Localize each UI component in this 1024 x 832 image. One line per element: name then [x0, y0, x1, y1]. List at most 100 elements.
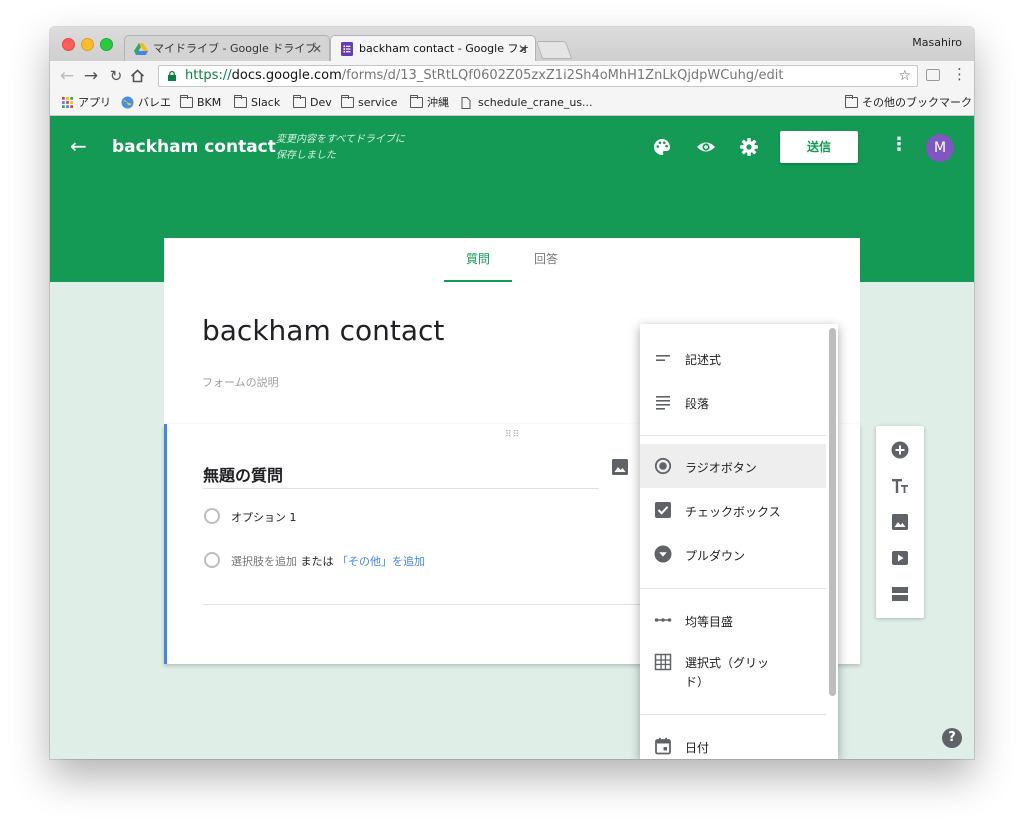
- save-status-line: 保存しました: [276, 150, 336, 161]
- cast-extension-icon[interactable]: [926, 69, 940, 81]
- help-icon[interactable]: ?: [942, 728, 962, 748]
- page-icon: [461, 97, 471, 109]
- close-icon[interactable]: ✕: [518, 36, 528, 61]
- bookmarks-bar: アプリ バレエ BKM Slack Dev service 沖縄 schedul…: [50, 91, 974, 116]
- minimize-window-button[interactable]: [81, 38, 94, 51]
- add-section-icon[interactable]: [890, 584, 910, 604]
- bookmark-bkm[interactable]: BKM: [180, 91, 221, 115]
- folder-icon: [410, 95, 423, 108]
- preview-eye-icon[interactable]: [696, 137, 716, 157]
- zoom-window-button[interactable]: [100, 38, 113, 51]
- bookmark-label: schedule_crane_us...: [478, 96, 593, 109]
- form-tabs: 質問 回答: [164, 238, 860, 283]
- bookmark-apps[interactable]: アプリ: [61, 91, 111, 115]
- bookmark-slack[interactable]: Slack: [234, 91, 280, 115]
- url-path: /forms/d/13_StRtLQf0602Z05zxZ1i2Sh4oMhH1…: [341, 68, 784, 83]
- send-button[interactable]: 送信: [780, 131, 858, 163]
- bookmark-label: Slack: [251, 96, 281, 109]
- form-title-field[interactable]: backham contact: [202, 314, 444, 347]
- bookmark-label: Dev: [310, 96, 332, 109]
- close-window-button[interactable]: [62, 38, 75, 51]
- menu-item-label: ド）: [685, 675, 710, 689]
- new-tab-button[interactable]: [535, 41, 573, 59]
- lock-icon: [168, 71, 176, 81]
- menu-item-label: ラジオボタン: [685, 461, 757, 475]
- forward-icon[interactable]: →: [80, 65, 102, 87]
- form-name[interactable]: backham contact: [112, 137, 276, 157]
- menu-item-short-answer[interactable]: 記述式: [640, 336, 826, 380]
- more-vert-icon[interactable]: ⋮: [890, 134, 908, 155]
- bookmark-service[interactable]: service: [341, 91, 397, 115]
- radio-option-icon: [204, 508, 220, 524]
- bookmark-label: service: [358, 96, 398, 109]
- option-1-field[interactable]: オプション 1: [231, 509, 297, 525]
- menu-scrollbar[interactable]: [829, 328, 836, 696]
- browser-toolbar: ← → ↻ https://docs.google.com/forms/d/13…: [50, 61, 974, 91]
- back-icon[interactable]: ←: [56, 65, 78, 87]
- browser-window: マイドライブ - Google ドライブ ✕ backham contact -…: [50, 27, 974, 759]
- palette-icon[interactable]: [652, 137, 672, 157]
- menu-item-linear-scale[interactable]: 均等目盛: [640, 598, 826, 642]
- tab-label: マイドライブ - Google ドライブ: [153, 42, 317, 55]
- reload-icon[interactable]: ↻: [105, 65, 127, 87]
- add-question-icon[interactable]: [890, 440, 910, 460]
- menu-item-label: プルダウン: [685, 549, 746, 563]
- menu-divider: [640, 714, 826, 715]
- bookmark-dev[interactable]: Dev: [293, 91, 332, 115]
- other-bookmarks[interactable]: その他のブックマーク: [845, 91, 972, 115]
- menu-item-checkbox[interactable]: チェックボックス: [640, 488, 826, 532]
- add-option-link[interactable]: 選択肢を追加: [231, 555, 297, 568]
- tab-google-drive[interactable]: マイドライブ - Google ドライブ ✕: [124, 35, 330, 61]
- back-arrow-icon[interactable]: ←: [70, 134, 87, 158]
- globe-icon: [121, 96, 134, 109]
- browser-menu-icon[interactable]: ⋮: [952, 65, 967, 83]
- menu-item-dropdown[interactable]: プルダウン: [640, 532, 826, 576]
- question-title-field[interactable]: 無題の質問: [203, 462, 599, 489]
- add-image-icon[interactable]: [611, 458, 629, 476]
- add-title-icon[interactable]: [890, 476, 910, 496]
- bookmark-label: 沖縄: [427, 96, 449, 109]
- bookmark-label: バレエ: [138, 96, 171, 109]
- add-image-icon[interactable]: [890, 512, 910, 532]
- tab-questions[interactable]: 質問: [444, 238, 512, 282]
- tab-backham-contact[interactable]: backham contact - Google フォ ✕: [330, 35, 536, 61]
- save-status-line: 変更内容をすべてドライブに: [276, 134, 405, 145]
- side-toolbar: [876, 426, 924, 618]
- add-video-icon[interactable]: [890, 548, 910, 568]
- menu-divider: [640, 435, 826, 436]
- save-status: 変更内容をすべてドライブに 保存しました: [276, 132, 436, 164]
- menu-item-label: 記述式: [685, 353, 722, 367]
- menu-item-date[interactable]: 日付: [640, 724, 826, 759]
- forms-page: ← backham contact 変更内容をすべてドライブに 保存しました 送…: [50, 116, 974, 759]
- add-other-link[interactable]: 「その他」を追加: [337, 555, 425, 568]
- menu-item-paragraph[interactable]: 段落: [640, 380, 826, 424]
- avatar[interactable]: M: [926, 134, 954, 162]
- close-icon[interactable]: ✕: [312, 36, 322, 61]
- tab-responses[interactable]: 回答: [520, 238, 572, 282]
- google-forms-icon: [341, 42, 353, 56]
- folder-icon: [293, 95, 306, 108]
- home-icon[interactable]: [130, 69, 145, 83]
- google-drive-icon: [134, 43, 148, 55]
- bookmark-star-icon[interactable]: ☆: [898, 66, 911, 86]
- bookmark-ballet[interactable]: バレエ: [121, 91, 171, 115]
- form-description-field[interactable]: フォームの説明: [202, 374, 279, 390]
- bookmark-label: アプリ: [78, 96, 111, 109]
- tab-strip: マイドライブ - Google ドライブ ✕ backham contact -…: [50, 27, 974, 61]
- menu-item-label: チェックボックス: [685, 505, 781, 519]
- menu-item-label: 日付: [685, 741, 710, 755]
- address-bar[interactable]: https://docs.google.com/forms/d/13_StRtL…: [158, 65, 918, 87]
- url-host: docs.google.com: [231, 68, 342, 83]
- profile-name[interactable]: Masahiro: [912, 36, 962, 49]
- radio-option-icon: [204, 552, 220, 568]
- linear-scale-icon: [654, 618, 672, 622]
- settings-gear-icon[interactable]: [739, 137, 759, 157]
- menu-item-radio[interactable]: ラジオボタン: [640, 444, 826, 488]
- menu-item-grid[interactable]: 選択式（グリッ ド）: [640, 642, 826, 698]
- paragraph-icon: [656, 396, 670, 410]
- bookmark-okinawa[interactable]: 沖縄: [410, 91, 449, 115]
- drag-handle-icon[interactable]: ⠿⠿: [505, 430, 520, 440]
- bookmark-schedule[interactable]: schedule_crane_us...: [461, 91, 593, 115]
- folder-icon: [341, 95, 354, 108]
- menu-item-label: 均等目盛: [685, 615, 734, 629]
